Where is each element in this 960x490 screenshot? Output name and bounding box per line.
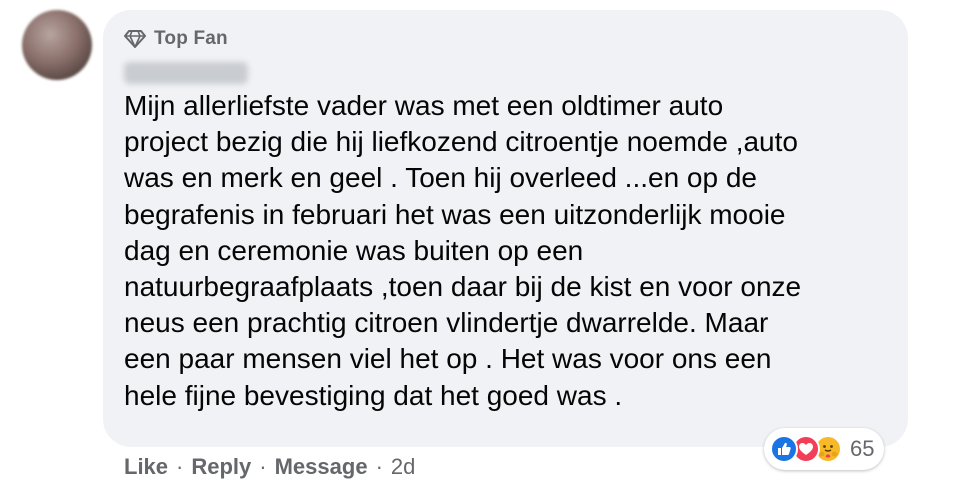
- avatar[interactable]: [22, 10, 92, 80]
- comment-text: Mijn allerliefste vader was met een oldt…: [124, 88, 894, 414]
- author-name-blurred[interactable]: [124, 62, 248, 84]
- comment-line: dag en ceremonie was buiten op een: [124, 234, 584, 266]
- like-button[interactable]: Like: [124, 454, 168, 480]
- separator: ·: [259, 454, 267, 479]
- diamond-icon: [124, 29, 146, 49]
- comment-line: een paar mensen viel het op . Het was vo…: [124, 343, 772, 375]
- top-fan-badge: Top Fan: [124, 28, 228, 50]
- comment-line: Mijn allerliefste vader was met een oldt…: [124, 90, 724, 121]
- timestamp[interactable]: 2d: [391, 454, 415, 480]
- like-icon: [770, 435, 798, 463]
- reactions-summary[interactable]: 65: [764, 428, 885, 470]
- message-button[interactable]: Message: [275, 454, 368, 480]
- comment-line: was en merk en geel . Toen hij overleed …: [124, 162, 757, 194]
- comment-line: natuurbegraafplaats ,toen daar bij de ki…: [124, 271, 802, 303]
- reaction-count: 65: [850, 436, 875, 461]
- comment-line: hele fijne bevestiging dat het goed was …: [124, 379, 623, 411]
- comment-line: neus een prachtig citroen vlindertje dwa…: [124, 307, 769, 339]
- comment-line: begrafenis in februari het was een uitzo…: [124, 198, 786, 230]
- reply-button[interactable]: Reply: [191, 454, 251, 480]
- comment-actions: Like · Reply · Message · 2d: [124, 453, 415, 481]
- comment-line: project bezig die hij liefkozend citroen…: [124, 126, 798, 158]
- separator: ·: [176, 454, 184, 479]
- badge-label: Top Fan: [154, 28, 228, 49]
- separator: ·: [375, 454, 383, 479]
